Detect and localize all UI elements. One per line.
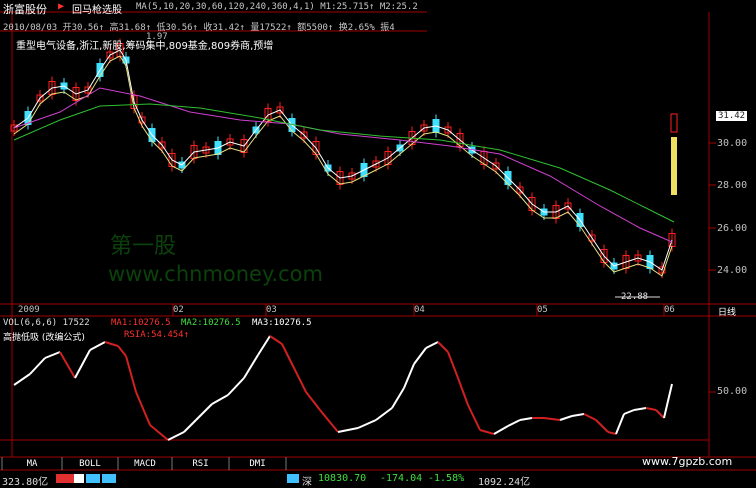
period-selector[interactable]: 日线: [718, 305, 736, 318]
status-block-red: [56, 474, 74, 483]
time-label-04: 04: [414, 305, 425, 315]
current-bar-highlight: [671, 137, 677, 195]
ma-parameters: MA(5,10,20,30,60,120,240,360,4,1) M1:25.…: [136, 2, 418, 12]
watermark-url: www.chnmoney.com: [108, 262, 323, 286]
high-marker-label: 1.97: [146, 32, 168, 42]
last-price-tag: 31.42: [716, 111, 748, 121]
vol-ma3: MA3:10276.5: [252, 318, 312, 328]
status-turnover: 1092.24亿: [478, 477, 531, 488]
status-block-white: [74, 474, 84, 483]
status-amount-left: 323.80亿: [2, 477, 49, 488]
status-market: 深: [302, 477, 312, 488]
time-label-06: 06: [664, 305, 675, 315]
indicator-tick-50: 50.00: [717, 386, 748, 397]
price-tick-26: 26.00: [717, 223, 748, 234]
status-block-blue: [86, 474, 100, 483]
tab-rsi[interactable]: RSI: [172, 458, 229, 470]
tab-dmi[interactable]: DMI: [229, 458, 286, 470]
status-block-blue3: [287, 474, 299, 483]
site-watermark: www.7gpzb.com: [642, 455, 733, 468]
watermark-cn: 第一股: [110, 234, 177, 259]
status-block-blue2: [102, 474, 116, 483]
price-tick-28: 28.00: [717, 180, 748, 191]
price-tick-24: 24.00: [717, 265, 748, 276]
indicator-title[interactable]: 高抛低吸 (改编公式): [3, 330, 85, 343]
vol-ma1: MA1:10276.5: [111, 318, 171, 328]
low-price-label: 22.88: [621, 292, 649, 302]
indicator-value: RSIA:54.454↑: [124, 330, 190, 340]
stock-name[interactable]: 浙富股份: [3, 1, 47, 17]
time-label-2009: 2009: [18, 305, 40, 315]
time-label-02: 02: [173, 305, 184, 315]
status-pct: -1.58%: [428, 473, 465, 484]
status-index: 10830.70: [318, 473, 367, 484]
formula-name[interactable]: 回马枪选股: [72, 1, 122, 16]
status-change: -174.04: [380, 473, 423, 484]
stock-info: 重型电气设备,浙江,新股,筹码集中,809基金,809券商,预增: [16, 41, 274, 52]
price-tick-30: 30.00: [717, 138, 748, 149]
tab-macd[interactable]: MACD: [118, 458, 172, 470]
vol-label: VOL(6,6,6) 17522: [3, 318, 90, 328]
tab-boll[interactable]: BOLL: [62, 458, 118, 470]
vol-ma2: MA2:10276.5: [181, 318, 241, 328]
time-label-05: 05: [537, 305, 548, 315]
tab-ma[interactable]: MA: [2, 458, 62, 470]
bar-info: 2010/08/03 开30.56↑ 高31.68↑ 低30.56↑ 收31.4…: [3, 23, 395, 33]
time-label-03: 03: [266, 305, 277, 315]
play-arrow-icon[interactable]: ▶: [58, 1, 64, 12]
